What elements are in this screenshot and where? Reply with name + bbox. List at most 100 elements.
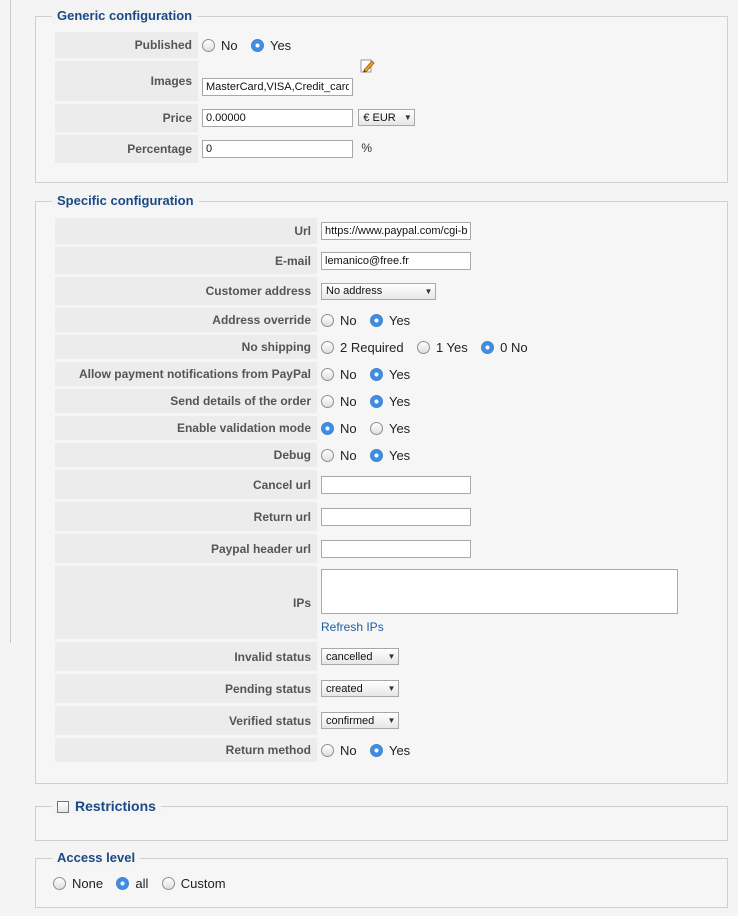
debug-yes-radio[interactable] [369,448,383,462]
pencil-icon[interactable] [360,58,375,73]
generic-configuration-panel: Generic configuration Published No Yes I… [35,8,728,183]
address-override-yes-radio[interactable] [369,313,383,327]
debug-yes-label: Yes [388,447,411,463]
access-none-label: None [72,876,104,892]
return-method-no-label: No [340,742,357,758]
published-yes-label: Yes [269,37,292,53]
access-level-options: None all Custom [53,876,236,891]
images-field [198,58,415,101]
chevron-down-icon: ▼ [387,716,396,725]
no-shipping-0-radio[interactable] [481,340,495,354]
published-no-label: No [221,37,238,53]
invalid-status-label: Invalid status [55,642,317,671]
restrictions-checkbox[interactable] [57,801,69,814]
return-method-label: Return method [55,738,317,762]
access-none-radio[interactable] [53,877,66,891]
invalid-status-value: cancelled [326,650,373,663]
allow-notifications-yes-radio[interactable] [369,367,383,381]
restrictions-panel: Restrictions [35,798,728,841]
header-url-input[interactable] [321,539,471,558]
cancel-url-label: Cancel url [55,470,317,499]
published-field: No Yes [198,32,415,58]
access-custom-radio[interactable] [161,877,175,891]
verified-status-label: Verified status [55,706,317,735]
access-level-panel: Access level None all Custom [35,850,728,908]
address-override-no-radio[interactable] [321,313,334,327]
published-label: Published [55,32,198,58]
allow-notifications-no-radio[interactable] [321,367,334,381]
no-shipping-1-label: 1 Yes [435,339,468,355]
send-details-yes-label: Yes [388,393,411,409]
cancel-url-input[interactable] [321,475,471,494]
pending-status-label: Pending status [55,674,317,703]
validation-mode-yes-radio[interactable] [369,421,383,435]
validation-mode-no-radio[interactable] [321,421,334,435]
validation-mode-no-label: No [340,420,357,436]
send-details-no-label: No [340,393,357,409]
images-label: Images [55,61,198,101]
validation-mode-label: Enable validation mode [55,416,317,440]
allow-notifications-yes-label: Yes [388,366,411,382]
chevron-down-icon: ▼ [403,113,412,123]
published-yes-radio[interactable] [250,38,264,52]
address-override-label: Address override [55,308,317,332]
email-label: E-mail [55,247,317,274]
no-shipping-1-radio[interactable] [416,340,430,354]
send-details-no-radio[interactable] [321,394,334,408]
price-label: Price [55,104,198,132]
customer-address-label: Customer address [55,277,317,305]
chevron-down-icon: ▼ [387,684,396,693]
verified-status-select[interactable]: confirmed ▼ [321,712,399,729]
percentage-unit: % [361,141,373,155]
customer-address-value: No address [326,285,383,297]
published-no-radio[interactable] [202,38,215,52]
url-input[interactable] [321,222,471,240]
return-method-no-radio[interactable] [321,743,334,757]
ips-textarea[interactable] [321,569,678,614]
address-override-yes-label: Yes [388,312,411,328]
access-all-label: all [135,876,149,892]
no-shipping-0-label: 0 No [500,339,528,355]
access-all-radio[interactable] [116,877,130,891]
return-method-yes-label: Yes [388,742,411,758]
invalid-status-select[interactable]: cancelled ▼ [321,648,399,665]
verified-status-value: confirmed [326,714,375,727]
validation-mode-yes-label: Yes [388,420,411,436]
percentage-input[interactable] [202,140,353,158]
chevron-down-icon: ▼ [424,286,433,296]
pending-status-select[interactable]: created ▼ [321,680,399,697]
images-input[interactable] [202,78,353,96]
access-custom-label: Custom [180,876,226,892]
specific-configuration-legend: Specific configuration [52,193,199,208]
return-url-input[interactable] [321,507,471,526]
price-input[interactable] [202,109,353,127]
restrictions-legend-text: Restrictions [75,798,156,814]
price-field: € EUR ▼ [198,104,416,132]
currency-value: € EUR [363,111,396,124]
percentage-label: Percentage [55,135,198,163]
allow-notifications-no-label: No [340,366,357,382]
currency-select[interactable]: € EUR ▼ [358,109,416,127]
email-input[interactable] [321,251,471,270]
customer-address-select[interactable]: No address ▼ [321,282,436,300]
send-details-label: Send details of the order [55,389,317,413]
send-details-yes-radio[interactable] [369,394,383,408]
header-url-label: Paypal header url [55,534,317,563]
debug-label: Debug [55,443,317,467]
restrictions-legend[interactable]: Restrictions [52,798,161,814]
return-method-yes-radio[interactable] [369,743,383,757]
specific-configuration-panel: Specific configuration Url E-mail Custom… [35,193,728,784]
refresh-ips-link[interactable]: Refresh IPs [321,620,384,634]
allow-notifications-label: Allow payment notifications from PayPal [55,362,317,386]
debug-no-radio[interactable] [321,448,334,462]
pending-status-value: created [326,682,363,695]
ips-label: IPs [55,566,317,639]
generic-configuration-legend: Generic configuration [52,8,198,23]
left-panel-border [0,0,11,643]
debug-no-label: No [340,447,357,463]
no-shipping-2-radio[interactable] [321,340,334,354]
access-level-legend: Access level [52,850,141,865]
percentage-field: % [198,135,415,163]
url-label: Url [55,218,317,244]
no-shipping-label: No shipping [55,335,317,359]
